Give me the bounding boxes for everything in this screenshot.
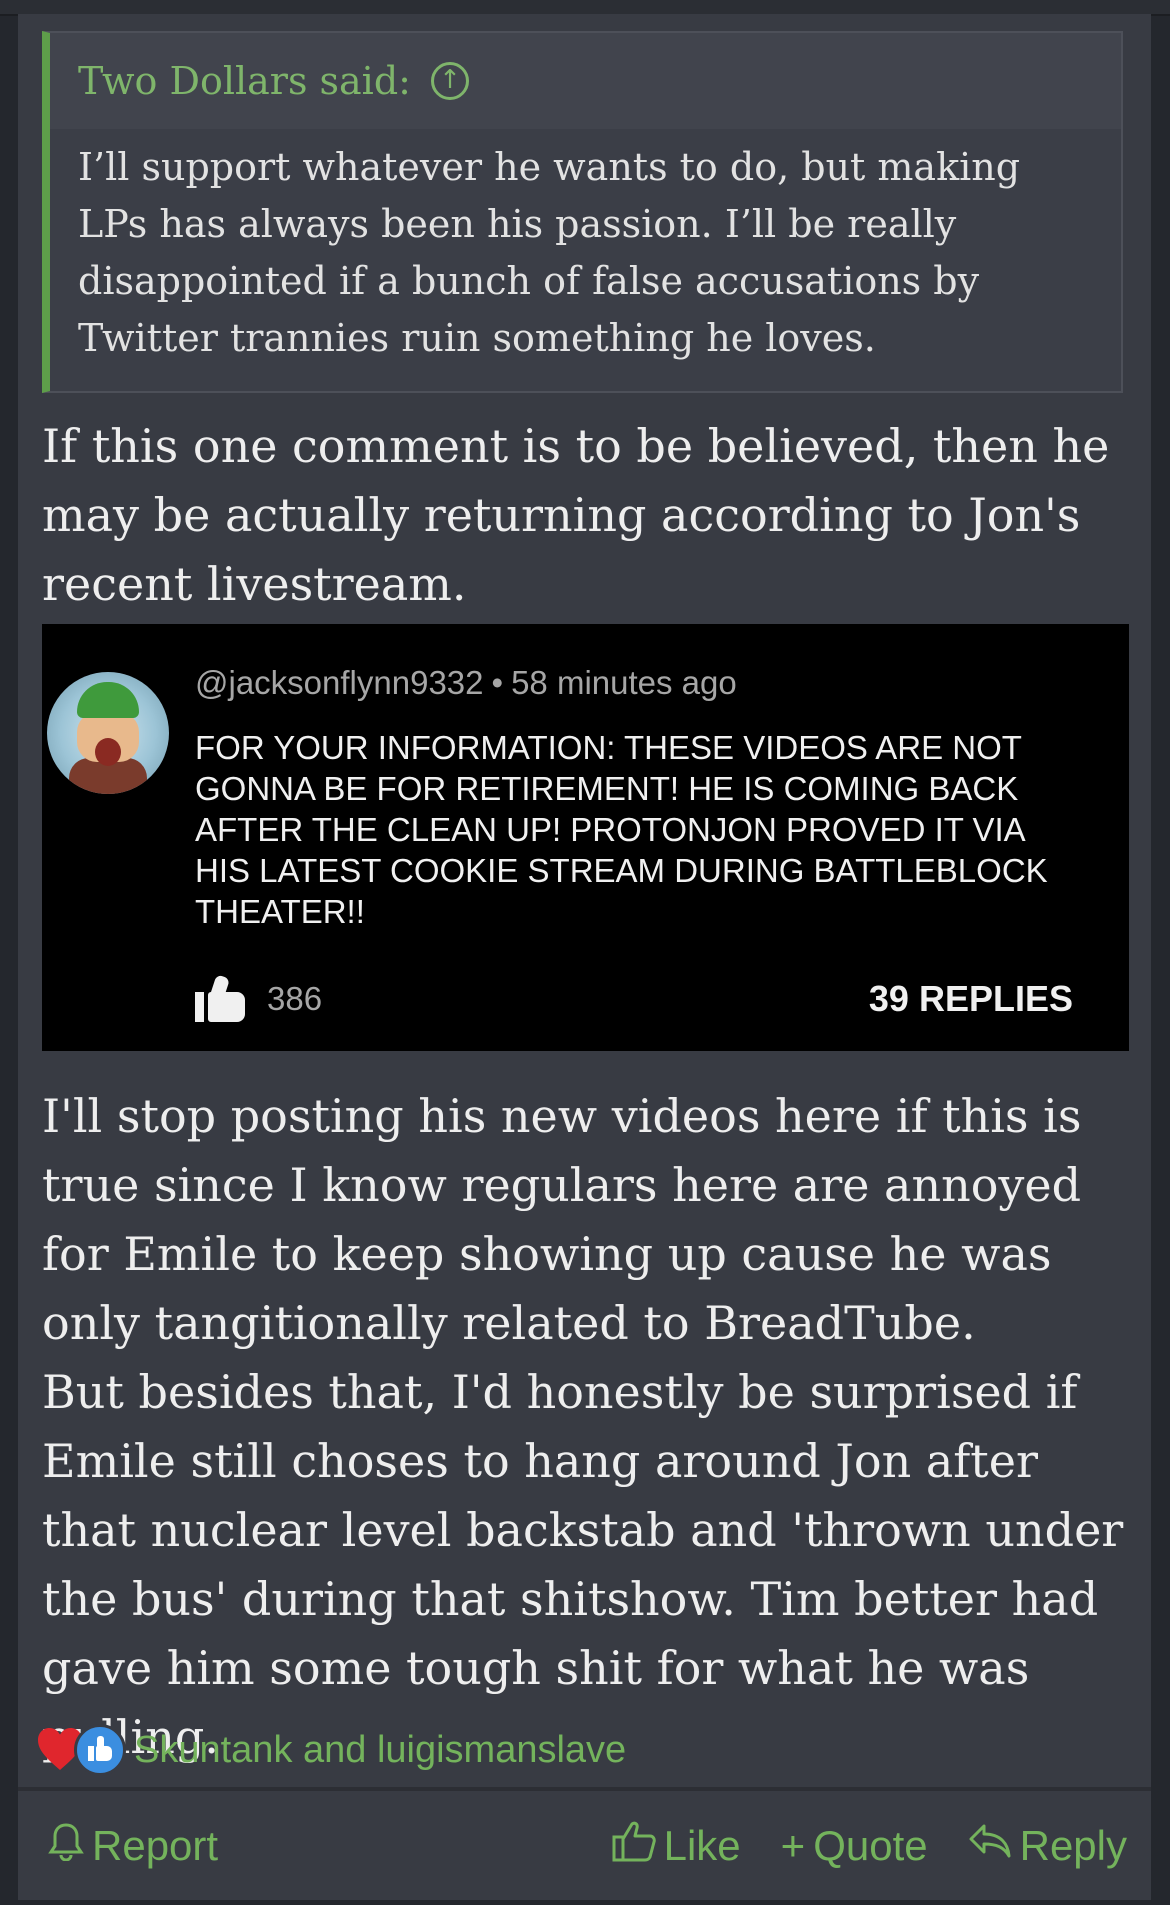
post-actions: Report Like + Quote Reply	[18, 1791, 1151, 1900]
post-paragraph: I'll stop posting his new videos here if…	[42, 1089, 1082, 1350]
reaction-users[interactable]: Skuntank and luigismanslave	[134, 1729, 626, 1772]
thumbs-up-icon	[195, 974, 247, 1022]
comment-like-row: 386	[195, 974, 323, 1022]
comment-time: 58 minutes ago	[511, 664, 737, 701]
post-intro-text: If this one comment is to be believed, t…	[42, 419, 1110, 611]
like-count: 386	[267, 980, 323, 1017]
quote-author[interactable]: Two Dollars said:	[78, 59, 411, 103]
reply-arrow-icon	[968, 1822, 1012, 1870]
post-paragraph: But besides that, I'd honestly be surpri…	[42, 1365, 1124, 1764]
thumbs-up-icon	[612, 1820, 656, 1872]
quote-body: I’ll support whatever he wants to do, bu…	[78, 145, 1021, 360]
report-button[interactable]: Report	[48, 1821, 218, 1871]
plus-icon: +	[780, 1821, 806, 1869]
comment-handle: @jacksonflynn9332	[195, 664, 484, 701]
report-label: Report	[92, 1821, 219, 1869]
post-body: I'll stop posting his new videos here if…	[42, 1082, 1142, 1772]
quote-button[interactable]: + Quote	[781, 1822, 928, 1870]
quote-header[interactable]: Two Dollars said: ↑	[50, 33, 1121, 129]
like-button[interactable]: Like	[612, 1820, 741, 1872]
jump-to-quote-icon[interactable]: ↑	[430, 62, 469, 100]
quote-block: Two Dollars said: ↑ I’ll support whateve…	[42, 31, 1123, 393]
forum-post: Two Dollars said: ↑ I’ll support whateve…	[18, 14, 1151, 1900]
meta-separator: •	[491, 664, 504, 701]
reply-button[interactable]: Reply	[968, 1822, 1127, 1870]
comment-text: FOR YOUR INFORMATION: THESE VIDEOS ARE N…	[195, 729, 1048, 930]
like-icon	[74, 1724, 126, 1776]
like-label: Like	[663, 1821, 741, 1869]
embedded-comment-screenshot[interactable]: @jacksonflynn9332 • 58 minutes ago FOR YOU…	[42, 624, 1129, 1051]
bell-icon	[48, 1821, 84, 1871]
quote-label: Quote	[813, 1821, 928, 1869]
comment-meta: @jacksonflynn9332 • 58 minutes ago	[195, 664, 737, 702]
avatar	[47, 672, 169, 794]
reactions-bar[interactable]: Skuntank and luigismanslave	[36, 1724, 626, 1776]
replies-label: 39 REPLIES	[868, 978, 1073, 1019]
reply-label: Reply	[1019, 1821, 1127, 1869]
